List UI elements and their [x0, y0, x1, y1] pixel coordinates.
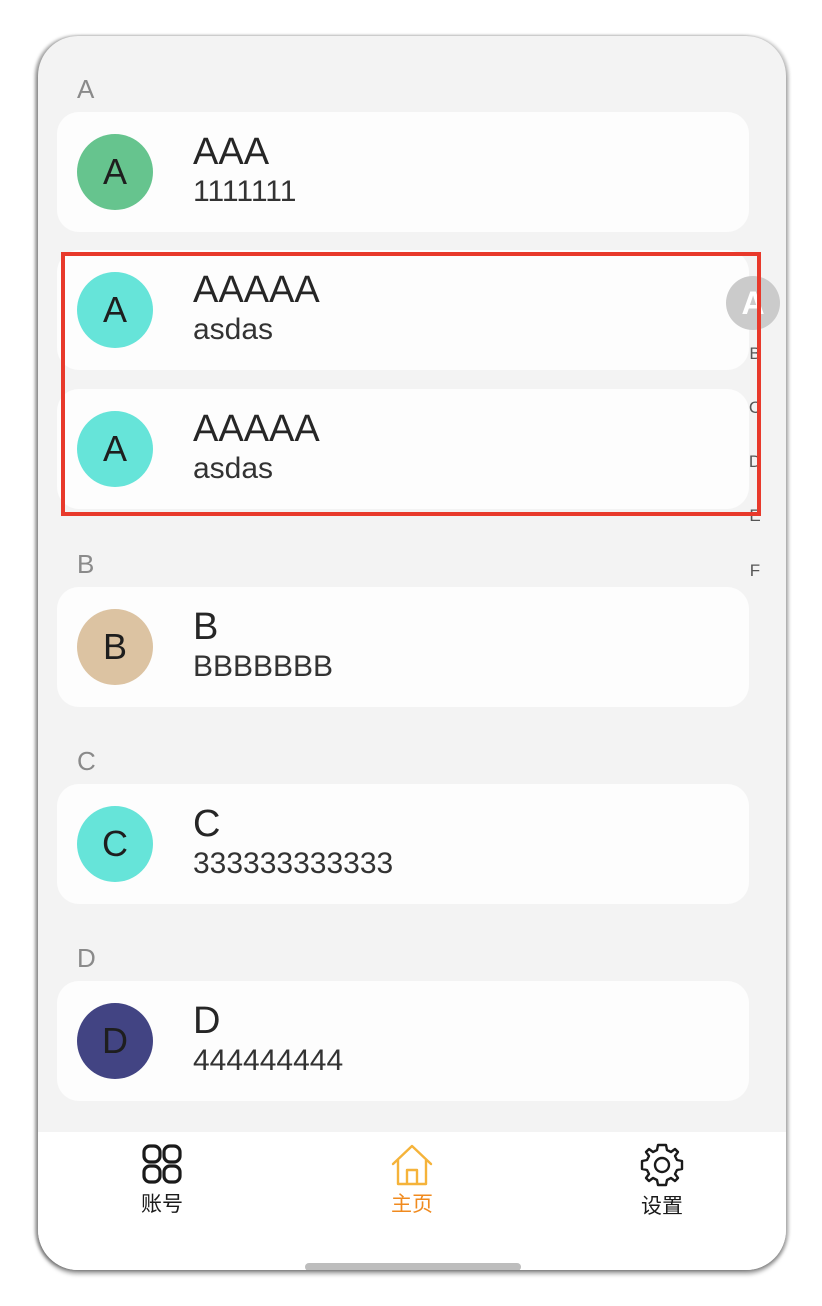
tab-account[interactable]: 账号 [102, 1142, 222, 1218]
avatar: D [77, 1003, 153, 1079]
index-letter-c[interactable]: C [748, 398, 762, 418]
contact-name: D [193, 1000, 221, 1042]
avatar: A [77, 134, 153, 210]
contact-card[interactable]: B B BBBBBBB [57, 587, 749, 707]
tab-home-label: 主页 [391, 1192, 433, 1216]
contact-phone: asdas [193, 452, 274, 485]
contact-card[interactable]: A AAAAA asdas [57, 250, 749, 370]
section-header-d: D [77, 943, 96, 973]
avatar: C [77, 806, 153, 882]
avatar: B [77, 609, 153, 685]
contact-phone: BBBBBBB [193, 650, 334, 683]
section-header-b: B [77, 549, 95, 579]
contact-name: C [193, 803, 221, 845]
index-letter-b[interactable]: B [748, 344, 762, 364]
contact-card[interactable]: A AAAAA asdas [57, 389, 749, 509]
contact-card[interactable]: D D 444444444 [57, 981, 749, 1101]
contact-name: B [193, 606, 219, 648]
contact-phone: 444444444 [193, 1044, 344, 1077]
home-indicator [305, 1263, 521, 1270]
section-header-c: C [77, 746, 96, 776]
index-letter-f[interactable]: F [748, 561, 762, 581]
tab-account-label: 账号 [141, 1192, 183, 1216]
grid-icon [142, 1144, 182, 1184]
tab-home[interactable]: 主页 [352, 1142, 472, 1218]
contact-name: AAAAA [193, 408, 320, 450]
contact-name: AAA [193, 131, 270, 173]
avatar: A [77, 411, 153, 487]
contact-phone: asdas [193, 313, 274, 346]
contact-phone: 333333333333 [193, 847, 394, 880]
tab-settings-label: 设置 [641, 1194, 683, 1218]
phone-screen: A A AAA 1111111 A AAAAA asdas A AAAAA as… [38, 36, 786, 1270]
gear-icon [640, 1143, 684, 1187]
avatar: A [77, 272, 153, 348]
contact-card[interactable]: C C 333333333333 [57, 784, 749, 904]
index-letter-e[interactable]: E [748, 506, 762, 526]
contact-card[interactable]: A AAA 1111111 [57, 112, 749, 232]
home-icon [391, 1144, 433, 1186]
index-letter-d[interactable]: D [748, 452, 762, 472]
section-header-a: A [77, 74, 95, 104]
contact-name: AAAAA [193, 269, 320, 311]
tab-settings[interactable]: 设置 [602, 1142, 722, 1220]
index-selected-bubble[interactable]: A [726, 276, 780, 330]
contact-phone: 1111111 [193, 175, 297, 208]
bottom-tab-bar: 账号 主页 设置 [38, 1132, 786, 1270]
